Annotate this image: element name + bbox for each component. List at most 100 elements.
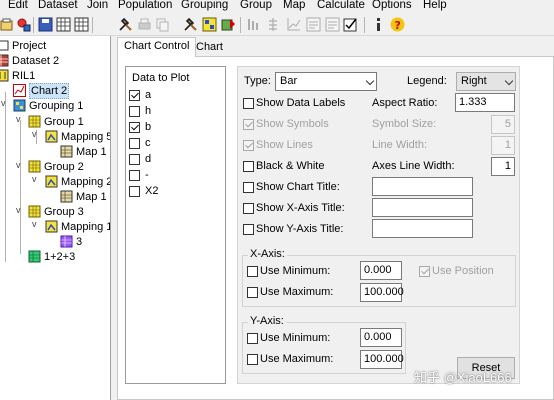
group-icon [28, 205, 41, 218]
data-checkbox-x2[interactable] [129, 186, 140, 197]
black-white-checkbox[interactable] [243, 161, 254, 172]
project-tree: Project Dataset 2 RIL1 Chart 2 v Groupin… [0, 36, 111, 400]
menu-join[interactable]: Join [87, 0, 108, 11]
x-maximum-input[interactable]: 100.000 [360, 283, 404, 302]
show-x-axis-title-checkbox[interactable] [243, 203, 254, 214]
map-icon [60, 190, 73, 203]
print-icon[interactable] [137, 17, 152, 32]
mapping-icon [45, 175, 58, 188]
menu-bar: Edit Dataset Join Population Grouping Gr… [0, 0, 554, 14]
show-chart-title-checkbox[interactable] [243, 182, 254, 193]
chart-title-input[interactable] [372, 177, 473, 196]
dataset-icon [0, 54, 9, 67]
black-white-label: Black & White [256, 160, 325, 172]
x-minimum-input[interactable]: 0.000 [360, 261, 402, 280]
tab-chart-control[interactable]: Chart Control [117, 37, 197, 57]
type-label: Type: [244, 75, 271, 87]
data-checkbox-h[interactable] [129, 106, 140, 117]
axes-line-width-label: Axes Line Width: [372, 160, 455, 172]
data-checkbox-b[interactable] [129, 122, 140, 133]
collapse-toggle[interactable]: v [16, 205, 21, 215]
tools-icon[interactable] [183, 17, 198, 32]
menu-dataset[interactable]: Dataset [38, 0, 78, 11]
line-width-label: Line Width: [372, 139, 428, 151]
collapse-toggle[interactable]: v [32, 129, 37, 139]
show-y-axis-title-label: Show Y-Axis Title: [256, 223, 344, 235]
menu-edit[interactable]: Edit [8, 0, 28, 11]
show-lines-label: Show Lines [256, 139, 313, 151]
x-use-minimum-checkbox[interactable] [247, 266, 258, 277]
sort-icon[interactable] [246, 17, 261, 32]
symbol-size-input[interactable]: 5 [491, 115, 515, 134]
data-checkbox-dash[interactable] [129, 170, 140, 181]
axes-line-width-input[interactable]: 1 [491, 157, 515, 176]
menu-group[interactable]: Group [240, 0, 272, 11]
data-label-dash: - [145, 169, 149, 181]
y-axis-title-input[interactable] [372, 219, 473, 238]
tool-1-icon[interactable] [0, 17, 15, 32]
collapse-toggle[interactable]: v [16, 114, 21, 124]
chevron-down-icon [365, 76, 375, 86]
y-minimum-input[interactable]: 0.000 [360, 328, 402, 347]
tools-icon[interactable] [118, 17, 133, 32]
line-width-input[interactable]: 1 [491, 136, 515, 155]
show-symbols-checkbox[interactable] [243, 119, 254, 130]
group-icon [28, 115, 41, 128]
aspect-ratio-input[interactable]: 1.333 [455, 93, 515, 112]
y-axis-group-title: Y-Axis: [248, 315, 286, 327]
copy-icon[interactable] [155, 17, 170, 32]
x-use-position-checkbox[interactable] [419, 266, 430, 277]
show-y-axis-title-checkbox[interactable] [243, 224, 254, 235]
x-use-maximum-checkbox[interactable] [247, 287, 258, 298]
collapse-toggle[interactable]: v [32, 219, 37, 229]
data-checkbox-c[interactable] [129, 138, 140, 149]
y-maximum-input[interactable]: 100.000 [360, 350, 404, 369]
grid-icon[interactable] [56, 17, 71, 32]
show-lines-checkbox[interactable] [243, 140, 254, 151]
data-to-plot-title: Data to Plot [132, 72, 190, 84]
list-icon[interactable] [325, 17, 340, 32]
menu-options[interactable]: Options [372, 0, 412, 11]
x-use-position-label: Use Position [432, 265, 494, 277]
mapping-icon [45, 130, 58, 143]
menu-grouping[interactable]: Grouping [181, 0, 228, 11]
x-axis-title-input[interactable] [372, 198, 473, 217]
align-icon[interactable] [266, 17, 281, 32]
map-purple-icon [60, 235, 73, 248]
info-icon[interactable] [371, 17, 386, 32]
data-label-d: d [145, 153, 152, 165]
run-icon[interactable] [221, 17, 236, 32]
menu-population[interactable]: Population [118, 0, 172, 11]
legend-label: Legend: [407, 75, 447, 87]
save-icon[interactable] [38, 17, 53, 32]
chevron-down-icon [504, 76, 514, 86]
y-use-maximum-checkbox[interactable] [247, 354, 258, 365]
data-to-plot-list [125, 66, 226, 384]
checkbox-icon[interactable] [343, 17, 358, 32]
data-label-c: c [145, 137, 151, 149]
type-select[interactable]: Bar [275, 72, 377, 91]
chart-icon [13, 84, 26, 97]
watermark: 知乎 @XiaoL666 [414, 370, 512, 385]
show-data-labels-checkbox[interactable] [243, 98, 254, 109]
population-icon [0, 69, 9, 82]
data-checkbox-d[interactable] [129, 154, 140, 165]
x-use-maximum-label: Use Maximum: [260, 286, 334, 298]
data-checkbox-a[interactable] [129, 90, 140, 101]
chart-icon[interactable] [286, 17, 301, 32]
collapse-toggle[interactable]: v [16, 160, 21, 170]
menu-calculate[interactable]: Calculate [317, 0, 365, 11]
menu-map[interactable]: Map [283, 0, 305, 11]
help-icon[interactable]: ? [390, 17, 405, 32]
show-symbols-label: Show Symbols [256, 118, 329, 130]
menu-help[interactable]: Help [423, 0, 447, 11]
y-use-minimum-checkbox[interactable] [247, 333, 258, 344]
collapse-toggle[interactable]: v [1, 98, 6, 108]
show-data-labels-label: Show Data Labels [256, 97, 346, 109]
grid-icon[interactable] [74, 17, 89, 32]
list-icon[interactable] [306, 17, 321, 32]
grouping-icon[interactable] [202, 17, 217, 32]
legend-select[interactable]: Right [456, 72, 516, 91]
collapse-toggle[interactable]: v [32, 174, 37, 184]
tool-2-icon[interactable] [16, 17, 31, 32]
